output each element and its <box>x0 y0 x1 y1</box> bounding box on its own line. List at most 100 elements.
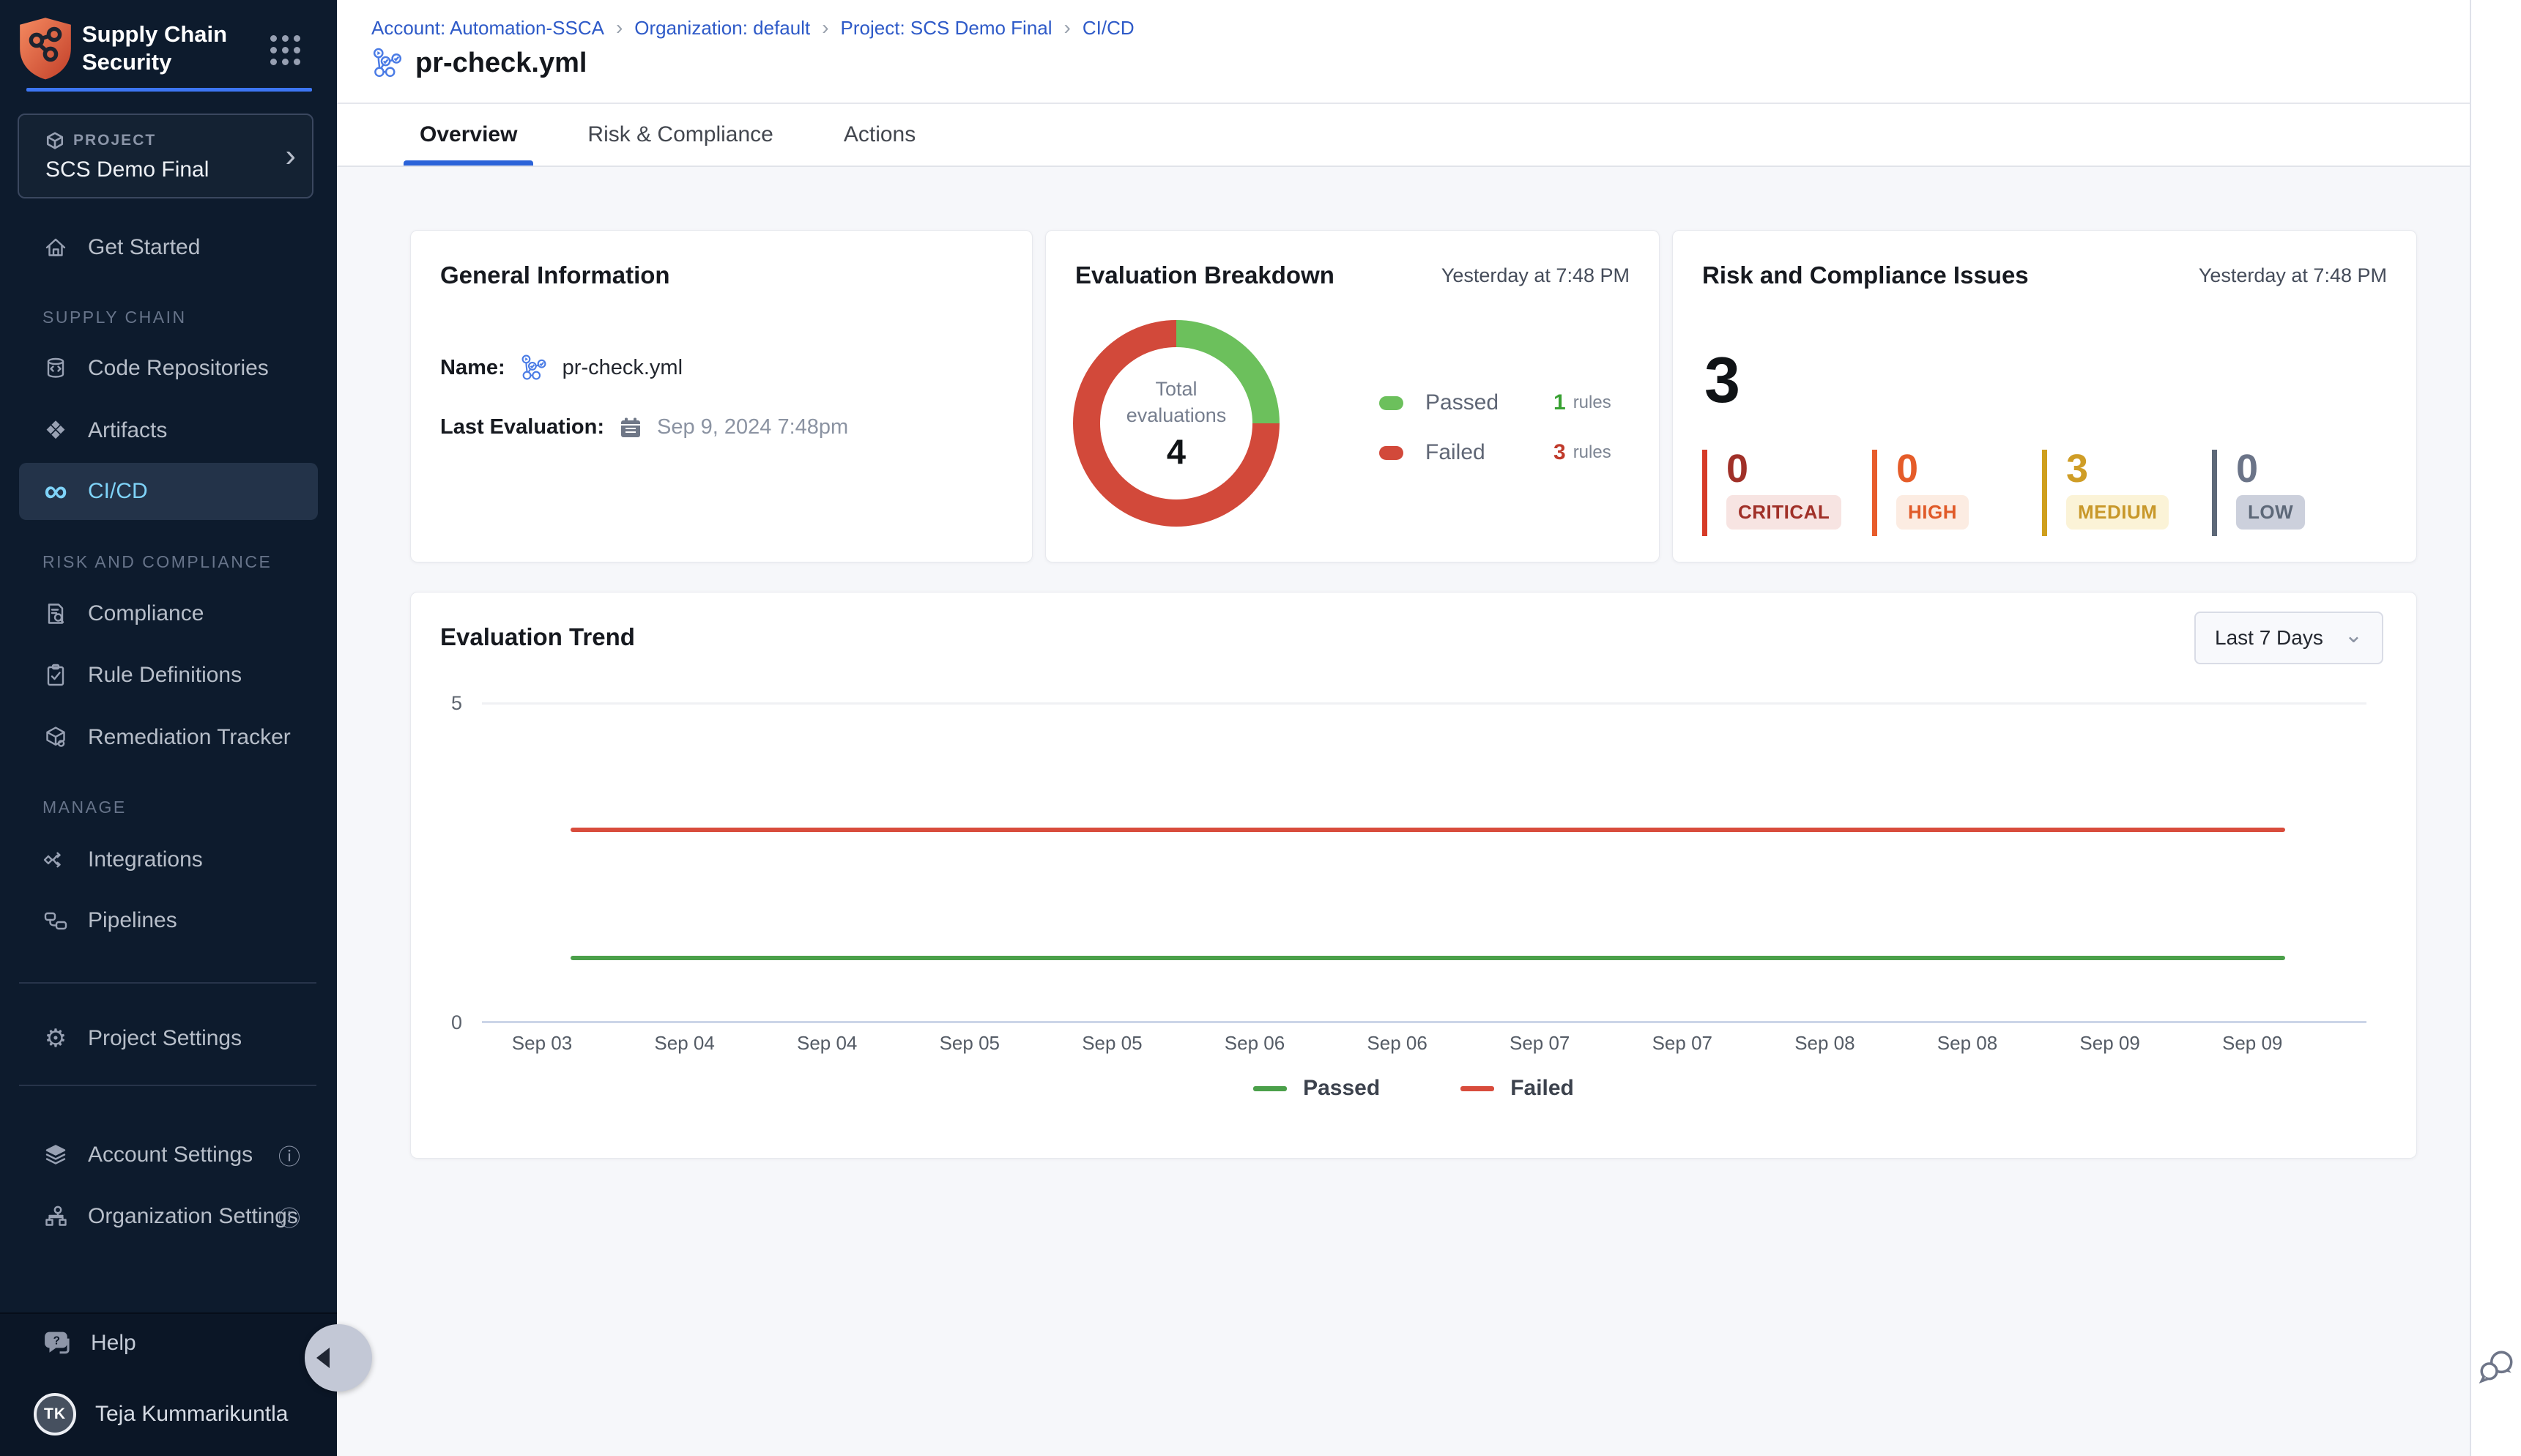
breadcrumb-organization-link[interactable]: Organization: default <box>634 17 810 40</box>
page-title: pr-check.yml <box>415 48 587 79</box>
failed-dot-icon <box>1379 446 1403 460</box>
sidebar-collapse-handle[interactable] <box>305 1324 372 1392</box>
sidebar-section-manage: MANAGE <box>42 798 127 817</box>
card-title: Risk and Compliance Issues <box>1702 261 2029 289</box>
x-axis-tick: Sep 04 <box>634 1032 736 1055</box>
sidebar-divider <box>19 982 316 984</box>
trend-series-line <box>571 956 2285 960</box>
info-icon[interactable]: ⓘ <box>278 1139 300 1171</box>
brand: Supply Chain Security <box>18 13 319 86</box>
sidebar-item-project-settings[interactable]: ⚙ Project Settings <box>0 1010 337 1067</box>
app-switcher-icon[interactable] <box>270 35 300 65</box>
page-header: Account: Automation-SSCA › Organization:… <box>337 0 2470 104</box>
cicd-infinity-icon: ∞ <box>41 477 70 506</box>
x-axis-tick: Sep 08 <box>1773 1032 1876 1055</box>
artifacts-icon: ❖ <box>41 416 70 445</box>
integrations-icon <box>41 845 70 874</box>
content-area: General Information Name: pr-check.yml <box>337 167 2470 1456</box>
breadcrumb-account-link[interactable]: Account: Automation-SSCA <box>371 17 604 40</box>
legend-item-failed: Failed <box>1460 1076 1574 1101</box>
sidebar-item-organization-settings[interactable]: Organization Settings ⓘ <box>0 1188 337 1245</box>
avatar: TK <box>34 1393 76 1435</box>
severity-badge: LOW <box>2236 495 2305 530</box>
right-panel-strip <box>2470 0 2521 1456</box>
gridline <box>482 702 2366 705</box>
help-chat-icon: ? <box>41 1327 75 1359</box>
passed-line-icon <box>1253 1086 1287 1091</box>
tab-overview[interactable]: Overview <box>420 104 517 166</box>
info-icon[interactable]: ⓘ <box>278 1200 300 1233</box>
date-range-select[interactable]: Last 7 Days ⌄ <box>2194 612 2383 664</box>
trend-plot <box>482 702 2366 1022</box>
evaluation-trend-card: Evaluation Trend Last 7 Days ⌄ 5 0 Sep 0… <box>410 592 2417 1159</box>
severity-badge: HIGH <box>1896 495 1969 530</box>
sidebar-item-cicd[interactable]: ∞ CI/CD <box>19 463 318 520</box>
sidebar-item-code-repositories[interactable]: Code Repositories <box>0 340 337 397</box>
sidebar-item-account-settings[interactable]: Account Settings ⓘ <box>0 1126 337 1184</box>
breadcrumb-separator: › <box>1064 16 1071 40</box>
sidebar-item-compliance[interactable]: Compliance <box>0 585 337 642</box>
x-axis-tick: Sep 06 <box>1203 1032 1306 1055</box>
card-title: Evaluation Breakdown <box>1075 261 1334 289</box>
severity-low: 0 LOW <box>2212 450 2305 536</box>
risk-compliance-issues-card: Risk and Compliance Issues Yesterday at … <box>1672 230 2417 562</box>
x-axis-tick: Sep 07 <box>1631 1032 1734 1055</box>
failed-line-icon <box>1460 1086 1494 1091</box>
donut-center-label: Total evaluations 4 <box>1073 320 1280 527</box>
sidebar-section-supply-chain: SUPPLY CHAIN <box>42 308 187 327</box>
project-selector[interactable]: PROJECT SCS Demo Final › <box>18 114 313 198</box>
x-axis-tick: Sep 03 <box>491 1032 593 1055</box>
pipeline-name-value: pr-check.yml <box>563 356 683 380</box>
sidebar-item-get-started[interactable]: Get Started <box>0 219 337 276</box>
sidebar-item-remediation-tracker[interactable]: Remediation Tracker <box>0 709 337 766</box>
home-icon <box>41 233 70 262</box>
pipeline-icon <box>371 47 404 79</box>
tab-actions[interactable]: Actions <box>844 104 916 166</box>
x-axis-tick: Sep 08 <box>1916 1032 2019 1055</box>
sidebar-item-artifacts[interactable]: ❖ Artifacts <box>0 402 337 459</box>
severity-badge: CRITICAL <box>1726 495 1841 530</box>
total-issues-value: 3 <box>1704 348 1740 412</box>
tab-bar: Overview Risk & Compliance Actions <box>337 104 2470 167</box>
project-name: SCS Demo Final <box>45 157 209 182</box>
legend-item-passed: Passed <box>1253 1076 1380 1101</box>
breadcrumb-separator: › <box>616 16 623 40</box>
brand-underline <box>26 88 312 92</box>
general-information-card: General Information Name: pr-check.yml <box>410 230 1033 562</box>
user-name: Teja Kummarikuntla <box>95 1402 288 1427</box>
sidebar-divider <box>19 1085 316 1086</box>
severity-high: 0 HIGH <box>1872 450 1969 536</box>
card-title: General Information <box>440 261 670 289</box>
help-button[interactable]: ? Help <box>41 1327 136 1359</box>
sidebar-section-risk-and-compliance: RISK AND COMPLIANCE <box>42 552 272 572</box>
clipboard-check-icon <box>41 661 70 690</box>
pipeline-icon <box>520 354 548 382</box>
pipelines-icon <box>41 906 70 935</box>
x-axis-tick: Sep 06 <box>1346 1032 1449 1055</box>
app-root: Supply Chain Security PROJECT SCS Demo F… <box>0 0 2521 1456</box>
breadcrumb-separator: › <box>822 16 828 40</box>
x-axis-line <box>482 1021 2366 1023</box>
card-timestamp: Yesterday at 7:48 PM <box>1441 264 1630 287</box>
total-evaluations-value: 4 <box>1167 431 1186 472</box>
remediation-box-icon <box>41 723 70 752</box>
code-repository-icon <box>41 354 70 383</box>
svg-text:?: ? <box>53 1334 60 1347</box>
x-axis-tick: Sep 09 <box>2059 1032 2161 1055</box>
trend-x-ticks: Sep 03Sep 04Sep 04Sep 05Sep 05Sep 06Sep … <box>482 1032 2366 1061</box>
x-axis-tick: Sep 09 <box>2201 1032 2303 1055</box>
calendar-icon <box>619 416 642 439</box>
sidebar-item-pipelines[interactable]: Pipelines <box>0 892 337 949</box>
x-axis-tick: Sep 04 <box>776 1032 878 1055</box>
user-menu[interactable]: TK Teja Kummarikuntla <box>34 1393 288 1435</box>
tab-risk-compliance[interactable]: Risk & Compliance <box>587 104 773 166</box>
organization-icon <box>41 1202 70 1231</box>
chat-launcher-icon[interactable] <box>2477 1346 2517 1386</box>
trend-series-line <box>571 828 2285 832</box>
main-area: Account: Automation-SSCA › Organization:… <box>337 0 2470 1456</box>
sidebar: Supply Chain Security PROJECT SCS Demo F… <box>0 0 337 1456</box>
sidebar-item-rule-definitions[interactable]: Rule Definitions <box>0 647 337 704</box>
sidebar-item-integrations[interactable]: Integrations <box>0 831 337 888</box>
breadcrumb-project-link[interactable]: Project: SCS Demo Final <box>841 17 1052 40</box>
breadcrumb-cicd-link[interactable]: CI/CD <box>1083 17 1135 40</box>
